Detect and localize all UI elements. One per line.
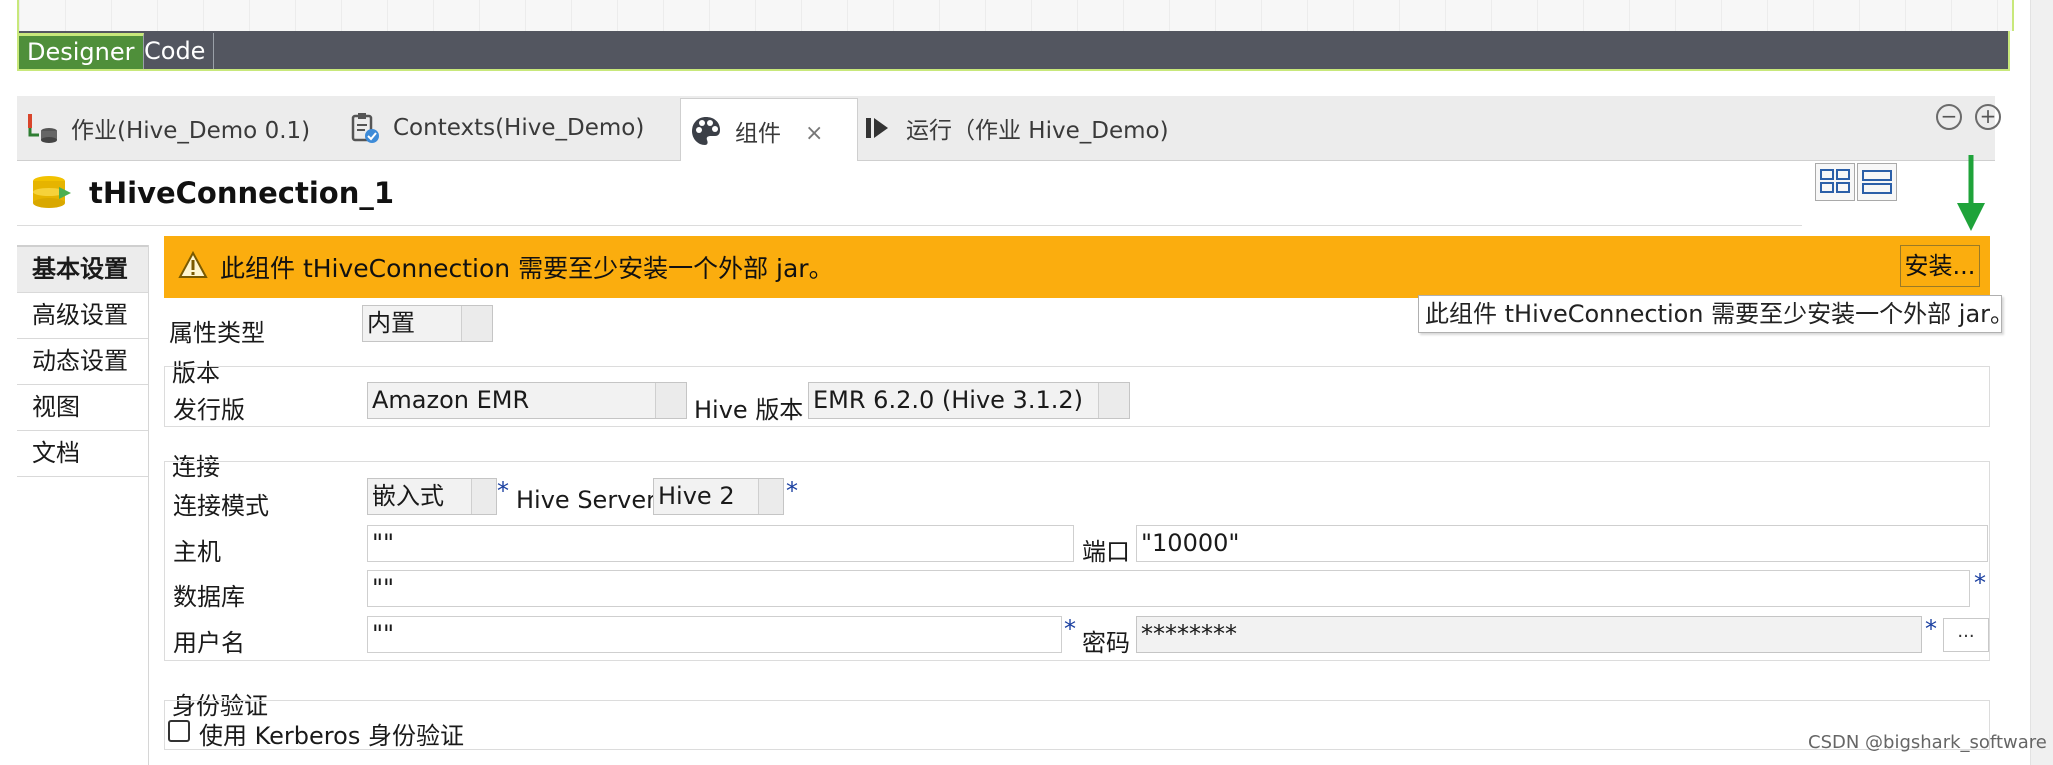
editor-tabs: 作业(Hive_Demo 0.1) Contexts(Hive_Demo) 组件…: [17, 96, 1995, 162]
required-mark: *: [1974, 569, 1986, 597]
nav-view[interactable]: 视图: [17, 385, 148, 431]
nav-advanced-settings[interactable]: 高级设置: [17, 293, 148, 339]
required-mark: *: [1064, 615, 1076, 643]
distribution-value: Amazon EMR: [372, 386, 530, 414]
component-title: tHiveConnection_1: [89, 176, 395, 210]
palette-icon: [689, 114, 723, 148]
grid-layout-icon[interactable]: [1815, 163, 1855, 201]
list-layout-icon[interactable]: [1857, 163, 1897, 201]
install-button[interactable]: 安装...: [1900, 245, 1980, 287]
database-label: 数据库: [173, 583, 245, 611]
job-icon: [25, 111, 59, 145]
property-type-value: 内置: [367, 309, 415, 337]
dropdown-arrow-icon: [471, 479, 496, 514]
tab-contexts-label: Contexts(Hive_Demo): [393, 115, 645, 141]
property-type-select[interactable]: 内置: [362, 305, 493, 342]
tab-component-label: 组件: [735, 120, 781, 147]
tab-code[interactable]: Code: [136, 33, 215, 69]
tab-run[interactable]: 运行（作业 Hive_Demo): [860, 96, 1169, 160]
dropdown-arrow-icon: [461, 306, 492, 341]
hive-version-select[interactable]: EMR 6.2.0 (Hive 3.1.2): [808, 382, 1130, 419]
dropdown-arrow-icon: [655, 383, 686, 418]
arrow-down-icon: [1953, 153, 1989, 239]
vertical-scrollbar[interactable]: [2030, 0, 2053, 765]
minimize-icon[interactable]: −: [1936, 104, 1962, 130]
required-mark: *: [497, 477, 509, 505]
hive-version-value: EMR 6.2.0 (Hive 3.1.2): [813, 386, 1083, 414]
nav-basic-settings[interactable]: 基本设置: [17, 247, 148, 293]
host-label: 主机: [173, 538, 221, 566]
host-input[interactable]: "": [367, 525, 1074, 562]
component-header: tHiveConnection_1: [17, 161, 1802, 226]
contexts-clipboard-icon: [347, 111, 381, 145]
password-input[interactable]: ********: [1136, 616, 1922, 653]
tab-job-label: 作业(Hive_Demo 0.1): [71, 118, 311, 144]
tab-component[interactable]: 组件 ×: [680, 98, 858, 162]
port-input[interactable]: "10000": [1136, 525, 1988, 562]
username-input[interactable]: "": [367, 616, 1062, 653]
dropdown-arrow-icon: [758, 479, 783, 514]
close-icon[interactable]: ×: [805, 121, 823, 146]
tab-designer[interactable]: Designer: [19, 33, 144, 69]
nav-documentation[interactable]: 文档: [17, 431, 148, 477]
hive-server-select[interactable]: Hive 2: [653, 478, 784, 515]
settings-nav: 基本设置 高级设置 动态设置 视图 文档: [17, 245, 149, 765]
required-mark: *: [1925, 615, 1937, 643]
connection-mode-label: 连接模式: [173, 492, 269, 520]
tab-contexts[interactable]: Contexts(Hive_Demo): [347, 96, 644, 160]
password-label: 密码: [1082, 629, 1130, 657]
tab-job[interactable]: 作业(Hive_Demo 0.1): [25, 96, 310, 160]
watermark: CSDN @bigshark_software: [1808, 732, 2047, 753]
distribution-select[interactable]: Amazon EMR: [367, 382, 687, 419]
username-label: 用户名: [173, 629, 245, 657]
password-edit-button[interactable]: ...: [1943, 618, 1989, 652]
run-icon: [860, 111, 894, 145]
dropdown-arrow-icon: [1098, 383, 1129, 418]
install-tooltip: 此组件 tHiveConnection 需要至少安装一个外部 jar。: [1418, 295, 2014, 333]
port-label: 端口: [1082, 538, 1130, 566]
maximize-icon[interactable]: +: [1975, 104, 2001, 130]
kerberos-checkbox[interactable]: [168, 720, 190, 742]
nav-dynamic-settings[interactable]: 动态设置: [17, 339, 148, 385]
warning-icon: [178, 250, 208, 283]
connection-mode-value: 嵌入式: [372, 482, 444, 510]
designer-code-tabbar: Designer Code: [17, 31, 2010, 71]
database-connection-icon: [29, 173, 73, 213]
kerberos-label: 使用 Kerberos 身份验证: [199, 722, 464, 750]
required-mark: *: [786, 477, 798, 505]
database-input[interactable]: "": [367, 570, 1970, 607]
distribution-label: 发行版: [173, 396, 245, 424]
property-type-label: 属性类型: [169, 319, 265, 347]
designer-canvas[interactable]: [17, 0, 2014, 31]
warning-message: 此组件 tHiveConnection 需要至少安装一个外部 jar。: [220, 254, 834, 283]
warning-banner: 此组件 tHiveConnection 需要至少安装一个外部 jar。: [164, 236, 1990, 298]
connection-mode-select[interactable]: 嵌入式: [367, 478, 497, 515]
hive-server-value: Hive 2: [658, 482, 735, 510]
hive-server-label: Hive Server: [516, 486, 657, 514]
hive-version-label: Hive 版本: [694, 396, 804, 424]
tab-run-label: 运行（作业 Hive_Demo): [906, 118, 1169, 144]
